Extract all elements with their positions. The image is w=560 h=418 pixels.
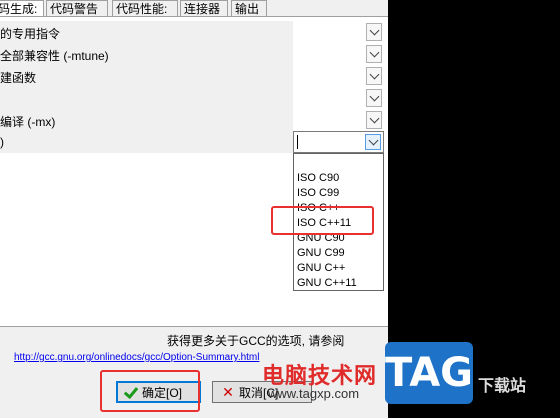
tab-code-performance[interactable]: 代码性能: [112, 0, 178, 16]
list-item[interactable]: GNU C99 [297, 246, 345, 261]
option-field [0, 65, 293, 87]
tab-output[interactable]: 输出 [231, 0, 267, 16]
list-item[interactable]: ISO C90 [297, 171, 339, 186]
tab-code-warnings[interactable]: 代码警告 [46, 0, 108, 16]
dropdown-button[interactable] [366, 111, 382, 129]
list-item[interactable]: GNU C++11 [297, 276, 357, 291]
annotation-highlight-box [271, 206, 374, 235]
option-label: ) [0, 135, 4, 149]
watermark-url: www.tagxp.com [268, 386, 360, 401]
dropdown-button[interactable] [366, 89, 382, 107]
option-label: 建函数 [0, 71, 37, 85]
dropdown-button[interactable] [366, 23, 382, 41]
gcc-options-link[interactable]: http://gcc.gnu.org/onlinedocs/gcc/Option… [14, 352, 259, 363]
text-cursor [297, 135, 298, 149]
chevron-down-icon [369, 91, 379, 102]
info-text: 获得更多关于GCC的选项, 请参阅 [167, 334, 345, 348]
option-field [0, 87, 293, 109]
option-row: 编译 (-mx) [0, 109, 388, 131]
tab-linker[interactable]: 连接器 [180, 0, 228, 16]
option-row: 的专用指令 [0, 21, 388, 43]
option-row [0, 87, 388, 109]
chevron-down-icon [368, 135, 378, 146]
divider [0, 326, 388, 327]
option-row: 全部兼容性 (-mtune) [0, 43, 388, 65]
list-item[interactable]: ISO C99 [297, 186, 339, 201]
dropdown-button[interactable] [365, 134, 381, 150]
annotation-highlight-box [100, 370, 200, 412]
option-label: 的专用指令 [0, 27, 61, 41]
chevron-down-icon [369, 113, 379, 124]
option-field [0, 131, 293, 153]
list-item[interactable]: GNU C++ [297, 261, 345, 276]
option-label: 编译 (-mx) [0, 115, 56, 129]
chevron-down-icon [369, 69, 379, 80]
tab-code-generation[interactable]: 码生成: [0, 0, 44, 16]
option-label: 全部兼容性 (-mtune) [0, 49, 109, 63]
option-row: 建函数 [0, 65, 388, 87]
dropdown-button[interactable] [366, 45, 382, 63]
tab-bar: 码生成: 代码警告 代码性能: 连接器 输出 [0, 0, 300, 17]
watermark-tail: 下载站 [478, 378, 527, 395]
watermark-logo: TAG [385, 342, 473, 404]
language-standard-combo[interactable] [293, 131, 384, 153]
dropdown-button[interactable] [366, 67, 382, 85]
close-icon: ✕ [222, 384, 234, 400]
chevron-down-icon [369, 25, 379, 36]
chevron-down-icon [369, 47, 379, 58]
